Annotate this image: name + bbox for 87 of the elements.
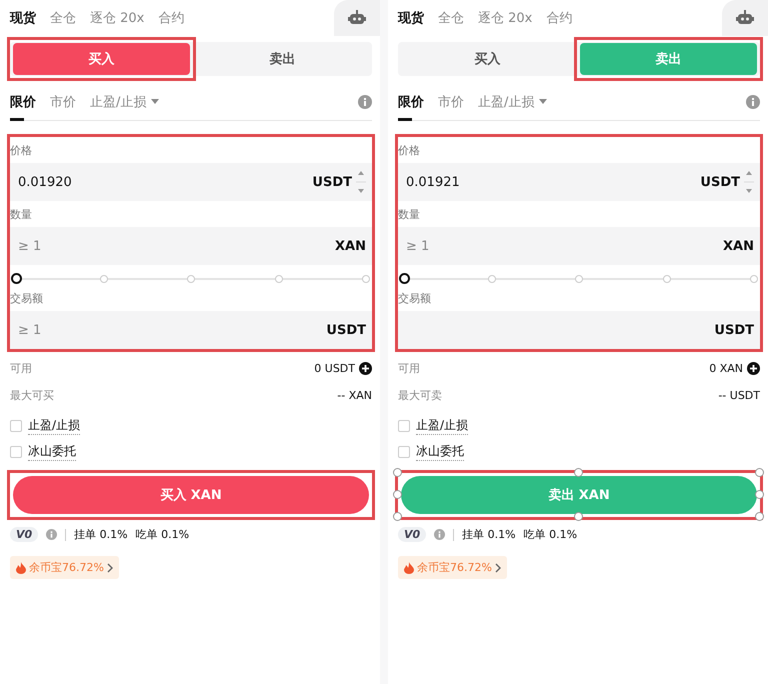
order-type-tab[interactable]: 限价 [398, 84, 424, 120]
flame-icon [404, 562, 414, 574]
input-field[interactable]: 0.01921 USDT [398, 163, 760, 201]
fee-rate: 挂单 0.1% [462, 527, 516, 542]
resize-handle[interactable] [755, 468, 764, 477]
checkbox[interactable] [398, 446, 410, 458]
available-value: 0 USDT [314, 362, 355, 375]
robot-icon[interactable] [736, 10, 754, 26]
amount-slider[interactable] [398, 273, 760, 285]
add-icon[interactable] [747, 362, 760, 375]
unit-label: USDT [326, 322, 366, 338]
unit-label: XAN [335, 238, 366, 254]
market-tab[interactable]: 逐仓 20x [478, 9, 532, 27]
checkbox[interactable] [10, 446, 22, 458]
field-label: 数量 [398, 207, 421, 223]
caret-icon[interactable] [151, 99, 160, 105]
side-tab[interactable]: 买入 [399, 43, 576, 75]
chevron-icon [494, 562, 501, 572]
market-tab[interactable]: 合约 [546, 9, 572, 27]
vip-badge: V0 [398, 527, 426, 542]
info-icon[interactable] [46, 529, 58, 540]
field-label: 数量 [10, 207, 33, 223]
market-tab[interactable]: 全仓 [50, 9, 76, 27]
add-icon[interactable] [359, 362, 372, 375]
option-label[interactable]: 止盈/止损 [28, 417, 80, 435]
input-value[interactable]: ≥ 1 [404, 238, 720, 254]
market-tab[interactable]: 全仓 [438, 9, 464, 27]
resize-handle[interactable] [755, 512, 764, 521]
order-type-tab[interactable]: 止盈/止损 [478, 84, 548, 120]
market-tab[interactable]: 现货 [10, 9, 36, 27]
resize-handle[interactable] [755, 490, 764, 499]
order-type-tab[interactable]: 市价 [438, 84, 464, 120]
max-value: -- USDT [718, 389, 760, 402]
info-icon[interactable] [746, 95, 760, 109]
chevron-icon [106, 562, 113, 572]
input-field[interactable]: USDT [398, 311, 760, 349]
input-field[interactable]: ≥ 1 XAN [10, 227, 372, 265]
field-label: 交易额 [10, 291, 44, 307]
resize-handle[interactable] [574, 468, 583, 477]
order-type-tab[interactable]: 限价 [10, 84, 36, 120]
flame-icon [16, 562, 26, 574]
input-field[interactable]: ≥ 1 USDT [10, 311, 372, 349]
resize-handle[interactable] [574, 512, 583, 521]
market-tab[interactable]: 合约 [158, 9, 184, 27]
resize-handle[interactable] [393, 512, 402, 521]
option-label[interactable]: 冰山委托 [416, 443, 464, 461]
input-field[interactable]: ≥ 1 XAN [398, 227, 760, 265]
available-label: 可用 [10, 361, 32, 376]
option-label[interactable]: 冰山委托 [28, 443, 76, 461]
input-field[interactable]: 0.01920 USDT [10, 163, 372, 201]
fee-rate: 吃单 0.1% [524, 527, 578, 542]
resize-handle[interactable] [393, 490, 402, 499]
unit-label: XAN [723, 238, 754, 254]
info-icon[interactable] [434, 529, 446, 540]
unit-label: USDT [700, 174, 740, 190]
order-type-tab[interactable]: 止盈/止损 [90, 84, 160, 120]
info-icon[interactable] [358, 95, 372, 109]
market-tab[interactable]: 逐仓 20x [90, 9, 144, 27]
available-label: 可用 [398, 361, 420, 376]
resize-handle[interactable] [393, 468, 402, 477]
unit-label: USDT [312, 174, 352, 190]
submit-button[interactable]: 买入 XAN [13, 476, 369, 514]
checkbox[interactable] [398, 420, 410, 432]
input-value[interactable]: ≥ 1 [16, 322, 322, 338]
option-label[interactable]: 止盈/止损 [416, 417, 468, 435]
max-label: 最大可买 [10, 388, 54, 403]
unit-label: USDT [714, 322, 754, 338]
checkbox[interactable] [10, 420, 22, 432]
input-value[interactable]: 0.01921 [404, 174, 696, 190]
amount-slider[interactable] [10, 273, 372, 285]
caret-icon[interactable] [539, 99, 548, 105]
field-label: 价格 [10, 143, 33, 159]
side-tab[interactable]: 买入 [13, 43, 190, 75]
side-tab[interactable]: 卖出 [194, 43, 371, 75]
fee-rate: 挂单 0.1% [74, 527, 128, 542]
available-value: 0 XAN [709, 362, 743, 375]
field-label: 价格 [398, 143, 421, 159]
vip-badge: V0 [10, 527, 38, 542]
field-label: 交易额 [398, 291, 432, 307]
market-tab[interactable]: 现货 [398, 9, 424, 27]
input-value[interactable]: ≥ 1 [16, 238, 332, 254]
robot-icon[interactable] [348, 10, 366, 26]
fee-rate: 吃单 0.1% [136, 527, 190, 542]
max-label: 最大可卖 [398, 388, 442, 403]
input-value[interactable]: 0.01920 [16, 174, 308, 190]
max-value: -- XAN [337, 389, 372, 402]
order-type-tab[interactable]: 市价 [50, 84, 76, 120]
